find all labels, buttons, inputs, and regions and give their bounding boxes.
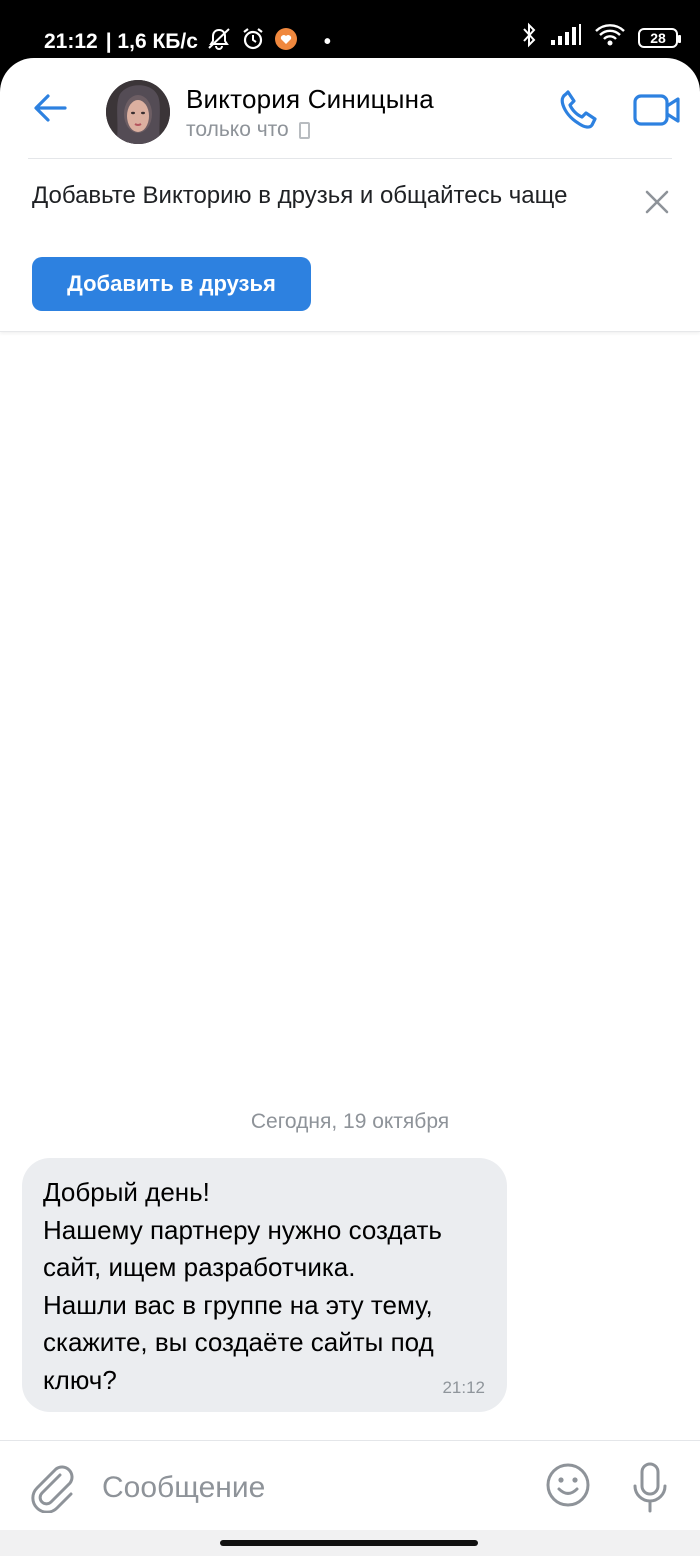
message-line: ключ? (43, 1364, 117, 1395)
status-bar-right: 28 (520, 22, 681, 53)
mobile-device-icon (298, 121, 310, 139)
paperclip-icon (31, 1465, 74, 1514)
add-friend-button[interactable]: Добавить в друзья (32, 257, 311, 311)
message-input[interactable] (100, 1459, 524, 1517)
audio-call-button[interactable] (554, 86, 602, 134)
dot-icon: • (323, 30, 331, 53)
microphone-icon (633, 1462, 667, 1513)
message-time: 21:12 (442, 1378, 485, 1397)
alarm-icon (240, 26, 266, 58)
last-seen-text: только что (186, 118, 289, 141)
message-composer (0, 1440, 700, 1531)
signal-icon (550, 24, 582, 51)
message-line: Нашему партнеру нужно создать (43, 1214, 442, 1245)
video-call-button[interactable] (632, 88, 682, 132)
attach-button[interactable] (28, 1461, 76, 1514)
message-bubble[interactable]: Добрый день! Нашему партнеру нужно созда… (22, 1158, 507, 1412)
banner-close-button[interactable] (640, 185, 674, 219)
smiley-icon (546, 1463, 590, 1507)
date-separator: Сегодня, 19 октября (250, 1110, 450, 1133)
arrow-left-icon (34, 94, 67, 122)
bluetooth-icon (520, 22, 538, 53)
silent-notifications-icon (206, 27, 232, 57)
battery-icon: 28 (638, 27, 681, 48)
status-bar-left: 21:12 | 1,6 КБ/с • (44, 26, 331, 58)
emoji-button[interactable] (544, 1461, 592, 1509)
wifi-icon (594, 23, 626, 52)
voice-message-button[interactable] (628, 1461, 672, 1515)
add-friend-banner: Добавьте Викторию в друзья и общайтесь ч… (0, 159, 700, 332)
message-line: Нашли вас в группе на эту тему, (43, 1289, 433, 1320)
contact-name[interactable]: Виктория Синицына (186, 84, 434, 115)
message-line: Добрый день! (43, 1177, 210, 1207)
video-camera-icon (633, 94, 680, 126)
message-line: скажите, вы создаёте сайты под (43, 1327, 434, 1357)
network-speed: | 1,6 КБ/с (105, 30, 198, 53)
app-notification-icon (274, 27, 298, 57)
back-button[interactable] (28, 86, 72, 130)
home-indicator[interactable] (220, 1540, 478, 1546)
contact-status: только что (186, 118, 310, 142)
clock: 21:12 (44, 30, 98, 53)
system-navigation-bar (0, 1530, 700, 1556)
add-friend-text: Добавьте Викторию в друзья и общайтесь ч… (32, 182, 568, 209)
phone-icon (560, 90, 597, 129)
close-icon (645, 190, 669, 214)
chat-screen: Виктория Синицына только что Добавьте Ви… (0, 58, 700, 1556)
message-line: сайт, ищем разработчика. (43, 1252, 356, 1282)
avatar[interactable] (106, 80, 170, 144)
chat-header: Виктория Синицына только что (0, 58, 700, 158)
